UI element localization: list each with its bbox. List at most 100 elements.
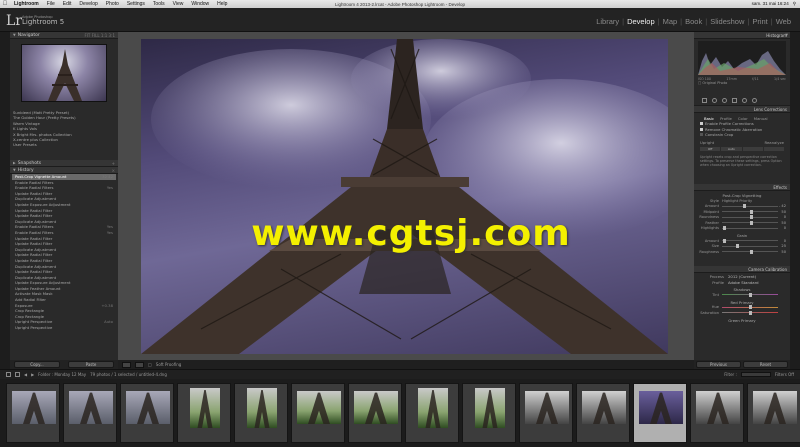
filmstrip-thumbnail[interactable]: [633, 383, 687, 443]
filmstrip-thumbnail[interactable]: [63, 383, 117, 443]
camera-calibration-header[interactable]: Camera Calibration: [694, 266, 790, 273]
menu-window[interactable]: Window: [187, 1, 213, 7]
style-select[interactable]: Highlight Priority: [722, 199, 752, 203]
graduated-filter-icon[interactable]: [732, 98, 737, 103]
slider-track[interactable]: [722, 204, 778, 209]
histogram-header[interactable]: Histogram ▼: [694, 32, 790, 39]
history-header[interactable]: ▼ History ×: [10, 167, 118, 174]
grid-view-icon[interactable]: [15, 372, 20, 377]
menu-develop[interactable]: Develop: [75, 1, 101, 7]
navigator-header[interactable]: ▼ Navigator FIT FILL 1:1 3:1: [10, 32, 118, 39]
filmstrip-thumbnail[interactable]: [576, 383, 630, 443]
preset-folder[interactable]: User Presets: [13, 142, 115, 147]
slider-value[interactable]: 0: [778, 215, 786, 219]
slider-value[interactable]: 0: [778, 226, 786, 230]
upright-vertical-button[interactable]: [763, 146, 784, 151]
filmstrip-thumbnail[interactable]: [462, 383, 516, 443]
slider-knob[interactable]: [723, 238, 727, 243]
paste-button[interactable]: Paste: [68, 361, 114, 368]
filmstrip-thumbnail[interactable]: [177, 383, 231, 443]
filter-select[interactable]: [740, 372, 771, 377]
slider-value[interactable]: - 42: [778, 204, 786, 208]
effects-header[interactable]: Effects: [694, 184, 790, 191]
crop-tool-icon[interactable]: [702, 98, 707, 103]
menu-tools[interactable]: Tools: [149, 1, 169, 7]
shadows-tint-slider[interactable]: Tint: [694, 292, 790, 298]
loupe-view-icon[interactable]: [122, 361, 131, 368]
reanalyze-button[interactable]: Reanalyze: [765, 140, 785, 145]
spotlight-icon[interactable]: ⚲: [793, 1, 796, 7]
filmstrip-thumbnail[interactable]: [291, 383, 345, 443]
right-panel-toggle[interactable]: [790, 32, 800, 369]
clock[interactable]: sam. 31 mai 16:24: [752, 1, 789, 7]
original-photo-toggle[interactable]: □ Original Photo: [698, 81, 727, 85]
menu-help[interactable]: Help: [213, 1, 231, 7]
slider-knob[interactable]: [736, 244, 739, 249]
menu-app-name[interactable]: Lightroom: [10, 1, 43, 7]
filmstrip-thumbnail[interactable]: [6, 383, 60, 443]
filter-value[interactable]: Filters Off: [775, 372, 794, 377]
lens-tab-manual[interactable]: Manual: [754, 116, 768, 121]
filmstrip-thumbnail[interactable]: [747, 383, 800, 443]
add-snapshot-icon[interactable]: +: [112, 161, 115, 166]
menu-file[interactable]: File: [43, 1, 59, 7]
upright-off-button[interactable]: Off: [700, 146, 721, 151]
module-web[interactable]: Web: [773, 17, 794, 26]
slider-knob[interactable]: [750, 209, 753, 214]
slider-value[interactable]: 0: [778, 239, 786, 243]
main-photo[interactable]: www.cgtsj.com: [141, 39, 668, 354]
folder-source[interactable]: Folder : Monday 12 May: [38, 372, 86, 377]
upright-auto-button[interactable]: Auto: [721, 146, 742, 151]
slider-knob[interactable]: [743, 204, 747, 209]
slider-knob[interactable]: [723, 226, 727, 231]
slider-track[interactable]: [722, 249, 778, 254]
filmstrip-thumbnail[interactable]: [690, 383, 744, 443]
nav-back-icon[interactable]: ◀: [24, 372, 27, 377]
slider-knob[interactable]: [750, 249, 753, 254]
adjustment-brush-icon[interactable]: [752, 98, 757, 103]
slider-knob[interactable]: [750, 220, 753, 225]
snapshots-header[interactable]: ▶ Snapshots +: [10, 160, 118, 167]
slider-track[interactable]: [722, 215, 778, 220]
slider-roughness[interactable]: Roughness 50: [694, 249, 790, 255]
menu-photo[interactable]: Photo: [102, 1, 123, 7]
profile-select[interactable]: Adobe Standard: [728, 280, 759, 285]
process-select[interactable]: 2012 (Current): [728, 274, 756, 279]
slider-highlights[interactable]: Highlights 0: [694, 226, 790, 232]
red-eye-icon[interactable]: [722, 98, 727, 103]
soft-proofing-checkbox[interactable]: □: [148, 362, 152, 367]
navigator-zoom-options[interactable]: FIT FILL 1:1 3:1: [84, 33, 115, 38]
slider-value[interactable]: 50: [778, 221, 786, 225]
slider-track[interactable]: [722, 238, 778, 243]
navigator-thumbnail[interactable]: [21, 44, 107, 102]
clear-history-icon[interactable]: ×: [112, 168, 115, 173]
menu-view[interactable]: View: [169, 1, 188, 7]
filmstrip-thumbnail[interactable]: [348, 383, 402, 443]
upright-level-button[interactable]: [742, 146, 763, 151]
spot-removal-icon[interactable]: [712, 98, 717, 103]
slider-value[interactable]: 50: [778, 250, 786, 254]
secondary-window-icon[interactable]: [6, 372, 11, 377]
radial-filter-icon[interactable]: [742, 98, 747, 103]
module-slideshow[interactable]: Slideshow: [707, 17, 747, 26]
histogram-graph[interactable]: [698, 41, 786, 75]
slider-track[interactable]: [722, 220, 778, 225]
copy-button[interactable]: Copy...: [14, 361, 60, 368]
menu-settings[interactable]: Settings: [123, 1, 149, 7]
slider-value[interactable]: 50: [778, 210, 786, 214]
slider-track[interactable]: [722, 226, 778, 231]
filmstrip-thumbnail[interactable]: [120, 383, 174, 443]
module-develop[interactable]: Develop: [624, 17, 658, 26]
before-after-icon[interactable]: [135, 361, 144, 368]
filmstrip-thumbnail[interactable]: [519, 383, 573, 443]
slider-track[interactable]: [722, 244, 778, 249]
module-book[interactable]: Book: [682, 17, 705, 26]
red-saturation-slider[interactable]: Saturation: [694, 310, 790, 316]
slider-value[interactable]: 25: [778, 244, 786, 248]
menu-edit[interactable]: Edit: [59, 1, 76, 7]
slider-track[interactable]: [722, 209, 778, 214]
previous-button[interactable]: Previous: [696, 361, 741, 368]
lens-corrections-header[interactable]: Lens Corrections: [694, 106, 790, 113]
filmstrip-thumbnail[interactable]: [405, 383, 459, 443]
apple-menu-icon[interactable]: : [0, 1, 10, 7]
